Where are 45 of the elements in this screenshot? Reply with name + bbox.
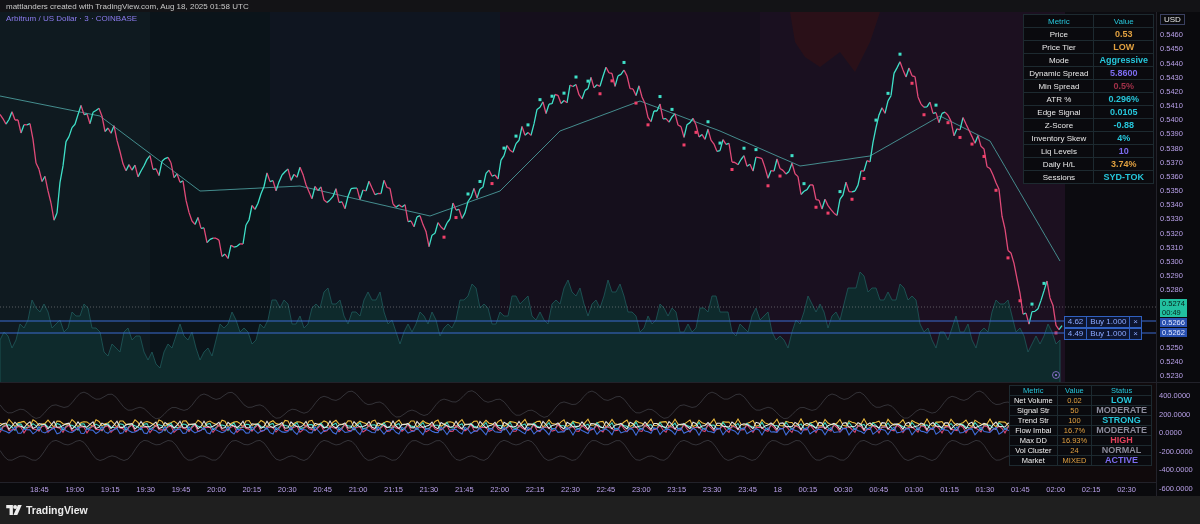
table-cell: LOW — [1091, 395, 1152, 406]
table-cell: ATR % — [1023, 92, 1094, 106]
table-cell: 0.53 — [1093, 27, 1154, 41]
table-cell: Price Tier — [1023, 40, 1094, 54]
attribution-text: mattlanders created with TradingView.com, Aug 18, 2025 01:58 UTC — [6, 1, 249, 11]
table-cell: 10 — [1093, 144, 1154, 158]
column-header: Value — [1093, 14, 1154, 28]
symbol-title: Arbitrum / US Dollar · 3 · COINBASE — [6, 14, 138, 23]
order-price: 4.49 — [1064, 329, 1088, 339]
table-cell: Edge Signal — [1023, 105, 1094, 119]
table-cell: Dynamic Spread — [1023, 66, 1094, 80]
table-cell: 0.5% — [1093, 79, 1154, 93]
table-cell: 4% — [1093, 131, 1154, 145]
currency-label[interactable]: USD — [1160, 14, 1185, 25]
table-cell: Mode — [1023, 53, 1094, 67]
table-cell: Price — [1023, 27, 1094, 41]
order-size: Buy 1.000 — [1087, 317, 1131, 327]
circle-icon[interactable] — [1052, 371, 1060, 379]
table-cell: Aggressive — [1093, 53, 1154, 67]
table-cell: 5.8600 — [1093, 66, 1154, 80]
order-size: Buy 1.000 — [1087, 329, 1131, 339]
table-cell: STRONG — [1091, 415, 1152, 426]
table-cell: 3.74% — [1093, 157, 1154, 171]
table-cell: SYD-TOK — [1093, 170, 1154, 184]
logo-icon — [6, 505, 22, 515]
table-cell: Min Spread — [1023, 79, 1094, 93]
table-cell: Sessions — [1023, 170, 1094, 184]
brand-name: TradingView — [26, 504, 88, 516]
table-cell: 0.296% — [1093, 92, 1154, 106]
table-cell: MODERATE — [1091, 405, 1152, 416]
table-cell: ACTIVE — [1091, 455, 1152, 466]
table-cell: HIGH — [1091, 435, 1152, 446]
table-cell: Daily H/L — [1023, 157, 1094, 171]
order-price: 4.62 — [1064, 317, 1088, 327]
table-cell: NORMAL — [1091, 445, 1152, 456]
table-cell: -0.88 — [1093, 118, 1154, 132]
table-cell: MODERATE — [1091, 425, 1152, 436]
table-cell: 0.0105 — [1093, 105, 1154, 119]
table-cell: Z-Score — [1023, 118, 1094, 132]
table-cell: LOW — [1093, 40, 1154, 54]
close-button[interactable]: × — [1130, 317, 1141, 327]
close-button[interactable]: × — [1130, 329, 1141, 339]
column-header: Metric — [1023, 14, 1094, 28]
table-cell: Inventory Skew — [1023, 131, 1094, 145]
table-cell: Liq Levels — [1023, 144, 1094, 158]
